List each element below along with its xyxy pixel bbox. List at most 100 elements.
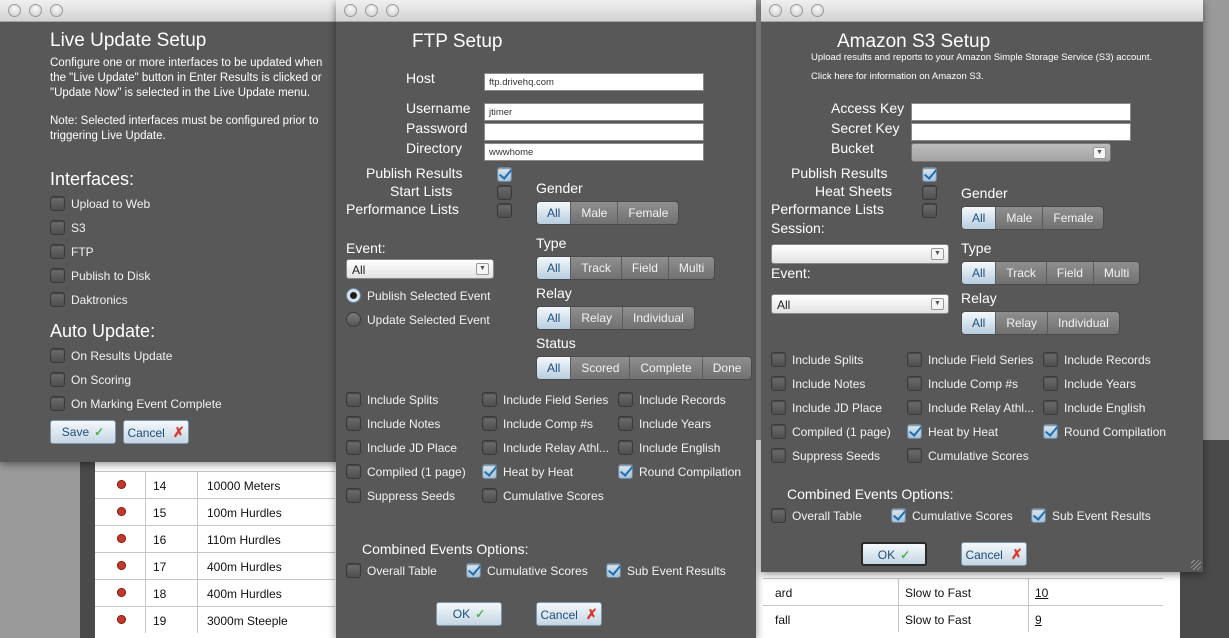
ok-button[interactable]: OK ✓ [436,602,502,626]
table-row[interactable]: 18 400m Hurdles [95,579,335,606]
save-button[interactable]: Save ✓ [50,420,116,444]
option-checkbox[interactable] [1043,424,1058,439]
option-checkbox[interactable] [771,448,786,463]
heat-sheets-checkbox[interactable] [922,185,937,200]
relay-relay[interactable]: Relay [570,307,622,329]
status-scored[interactable]: Scored [570,357,629,379]
host-input[interactable]: ftp.drivehq.com [484,73,704,91]
cancel-button[interactable]: Cancel ✗ [123,420,189,444]
option-checkbox[interactable] [618,440,633,455]
s3-ok-button[interactable]: OK ✓ [861,542,927,566]
type-track[interactable]: Track [570,257,621,279]
delete-icon[interactable] [117,507,126,516]
option-checkbox[interactable] [907,448,922,463]
gender-male[interactable]: Male [570,202,617,224]
table-row[interactable]: ard Slow to Fast 10 [763,578,1163,605]
interface-checkbox[interactable] [50,268,65,283]
delete-icon[interactable] [117,534,126,543]
s3-gender-segmented[interactable]: All Male Female [961,206,1105,230]
zoom-icon[interactable] [386,4,399,17]
auto-update-checkbox[interactable] [50,348,65,363]
s3-event-select[interactable]: All ▼ [771,294,949,314]
publish-results-checkbox[interactable] [497,167,512,182]
option-checkbox[interactable] [618,392,633,407]
option-checkbox[interactable] [346,392,361,407]
auto-update-checkbox[interactable] [50,372,65,387]
status-done[interactable]: Done [701,357,752,379]
table-row[interactable]: fall Slow to Fast 9 [763,605,1163,632]
option-checkbox[interactable] [482,392,497,407]
interface-checkbox[interactable] [50,244,65,259]
type-field[interactable]: Field [620,257,668,279]
s3-performance-lists-checkbox[interactable] [922,203,937,218]
option-checkbox[interactable] [482,440,497,455]
s3-gender-all[interactable]: All [962,207,996,229]
interface-checkbox[interactable] [50,220,65,235]
option-checkbox[interactable] [771,376,786,391]
type-multi[interactable]: Multi [667,257,714,279]
option-checkbox[interactable] [1043,400,1058,415]
minimize-icon[interactable] [790,4,803,17]
option-checkbox[interactable] [482,464,497,479]
gender-segmented[interactable]: All Male Female [536,201,680,225]
directory-input[interactable]: wwwhome [484,143,704,161]
access-key-input[interactable] [911,103,1131,121]
option-checkbox[interactable] [907,424,922,439]
s3-type-field[interactable]: Field [1045,262,1093,284]
option-checkbox[interactable] [346,488,361,503]
option-checkbox[interactable] [482,488,497,503]
performance-lists-checkbox[interactable] [497,203,512,218]
combined-option-checkbox[interactable] [891,508,906,523]
option-checkbox[interactable] [346,440,361,455]
auto-update-checkbox[interactable] [50,396,65,411]
minimize-icon[interactable] [29,4,42,17]
table-row[interactable]: 17 400m Hurdles [95,552,335,579]
s3-cancel-button[interactable]: Cancel ✗ [961,542,1027,566]
s3-type-multi[interactable]: Multi [1092,262,1139,284]
close-icon[interactable] [769,4,782,17]
option-checkbox[interactable] [346,464,361,479]
bucket-select[interactable]: ▼ [911,143,1111,162]
s3-type-all[interactable]: All [962,262,996,284]
combined-option-checkbox[interactable] [771,508,786,523]
publish-selected-event-radio[interactable] [346,288,361,303]
option-checkbox[interactable] [771,352,786,367]
s3-relay-all[interactable]: All [962,312,996,334]
s3-gender-female[interactable]: Female [1042,207,1103,229]
table-row[interactable]: 16 110m Hurdles [95,525,335,552]
option-checkbox[interactable] [482,416,497,431]
option-checkbox[interactable] [907,352,922,367]
option-checkbox[interactable] [771,424,786,439]
gender-all[interactable]: All [537,202,571,224]
combined-option-checkbox[interactable] [466,563,481,578]
option-checkbox[interactable] [1043,376,1058,391]
s3-type-track[interactable]: Track [995,262,1046,284]
cell-link[interactable]: 10 [1035,586,1048,600]
start-lists-checkbox[interactable] [497,185,512,200]
option-checkbox[interactable] [618,416,633,431]
cell-link[interactable]: 9 [1035,613,1042,627]
status-complete[interactable]: Complete [629,357,701,379]
event-select[interactable]: All ▼ [346,259,494,279]
close-icon[interactable] [8,4,21,17]
password-input[interactable] [484,123,704,141]
table-row[interactable]: 14 10000 Meters [95,471,335,498]
table-row[interactable]: 19 3000m Steeple [95,606,335,633]
s3-type-segmented[interactable]: All Track Field Multi [961,261,1141,285]
close-icon[interactable] [344,4,357,17]
relay-all[interactable]: All [537,307,571,329]
zoom-icon[interactable] [811,4,824,17]
delete-icon[interactable] [117,588,126,597]
s3-relay-segmented[interactable]: All Relay Individual [961,311,1120,335]
type-all[interactable]: All [537,257,571,279]
gender-female[interactable]: Female [617,202,678,224]
s3-relay-relay[interactable]: Relay [995,312,1047,334]
interface-checkbox[interactable] [50,196,65,211]
s3-info-link[interactable]: Click here for information on Amazon S3. [811,71,984,82]
minimize-icon[interactable] [365,4,378,17]
status-all[interactable]: All [537,357,571,379]
update-selected-event-radio[interactable] [346,312,361,327]
option-checkbox[interactable] [907,400,922,415]
relay-segmented[interactable]: All Relay Individual [536,306,695,330]
option-checkbox[interactable] [771,400,786,415]
